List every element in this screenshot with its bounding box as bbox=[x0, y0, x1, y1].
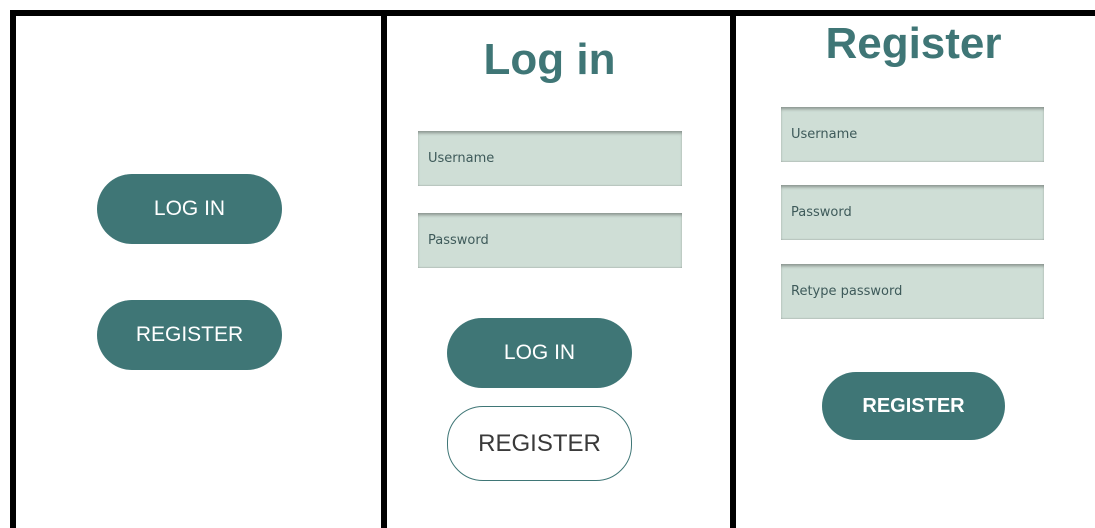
welcome-login-button[interactable]: LOG IN bbox=[97, 174, 282, 244]
login-password-field[interactable]: Password bbox=[418, 213, 682, 268]
wireframe-frame: LOG IN REGISTER Log in Username Password… bbox=[0, 0, 1095, 528]
welcome-screen: LOG IN REGISTER bbox=[16, 16, 381, 528]
register-screen: Register Username Password Retype passwo… bbox=[736, 16, 1095, 528]
register-password-field[interactable]: Password bbox=[781, 185, 1044, 240]
register-retype-password-field[interactable]: Retype password bbox=[781, 264, 1044, 319]
login-username-field[interactable]: Username bbox=[418, 131, 682, 186]
login-submit-button[interactable]: LOG IN bbox=[447, 318, 632, 388]
login-title: Log in bbox=[483, 35, 616, 84]
register-username-field[interactable]: Username bbox=[781, 107, 1044, 162]
register-submit-button[interactable]: REGISTER bbox=[822, 372, 1005, 440]
register-title: Register bbox=[825, 19, 1002, 68]
login-register-button[interactable]: REGISTER bbox=[447, 406, 632, 481]
login-screen: Log in Username Password LOG IN REGISTER bbox=[387, 16, 730, 528]
welcome-register-button[interactable]: REGISTER bbox=[97, 300, 282, 370]
